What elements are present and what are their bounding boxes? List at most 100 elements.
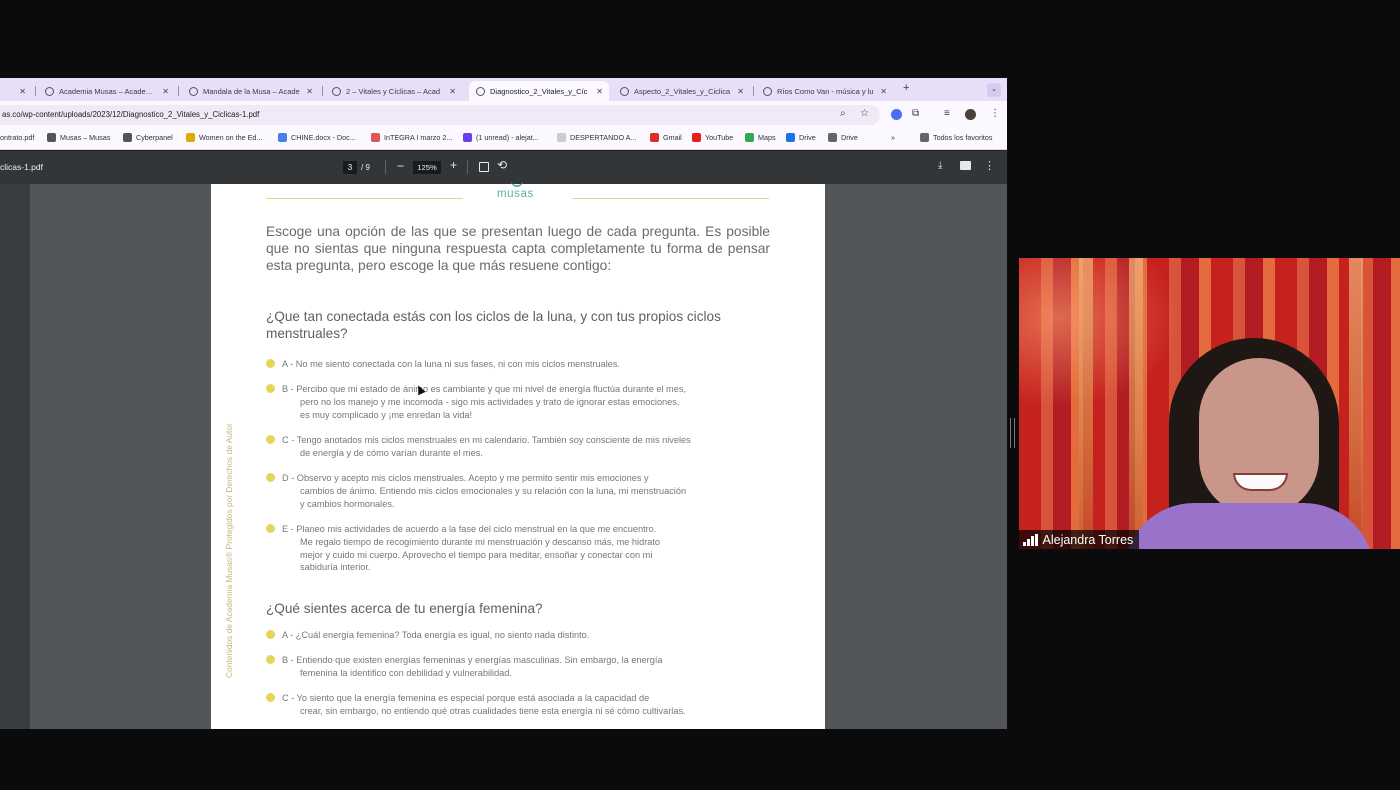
bookmarks-overflow-button[interactable]: »: [891, 133, 895, 142]
bookmark-favicon-icon: [828, 133, 837, 142]
bookmarks-bar: » ontrato.pdf Musas – Musas Cyberpanel Wome…: [0, 128, 1007, 150]
bookmark-item[interactable]: InTEGRA I marzo 2...: [371, 133, 452, 142]
new-tab-button[interactable]: +: [903, 82, 909, 94]
download-icon[interactable]: ⤓: [938, 160, 942, 171]
musas-logo-text: musas: [497, 188, 534, 200]
bookmark-item[interactable]: (1 unread) - alejat...: [463, 133, 539, 142]
rotate-icon[interactable]: ⟲: [497, 158, 507, 172]
bookmark-favicon-icon: [692, 133, 701, 142]
tab-search-button[interactable]: ⌄: [987, 83, 1001, 97]
option-text: B - Percibo que mi estado de ánimo es ca…: [266, 383, 776, 421]
bookmark-label: Todos los favoritos: [933, 133, 993, 142]
bookmark-item[interactable]: Todos los favoritos: [920, 133, 993, 142]
tab-favicon-icon: [189, 86, 198, 96]
participant-name-badge: Alejandra Torres: [1019, 530, 1140, 549]
bookmark-item[interactable]: Women on the Ed...: [186, 133, 262, 142]
question-1-option: B - Percibo que mi estado de ánimo es ca…: [266, 383, 776, 421]
bullet-icon: [266, 693, 275, 702]
browser-tab[interactable]: Academia Musas – Academia ✕: [39, 81, 175, 101]
question-2-option: A - ¿Cuál energía femenina? Toda energía…: [266, 629, 776, 642]
bookmark-label: Musas – Musas: [60, 133, 111, 142]
question-1-option: E - Planeo mis actividades de acuerdo a …: [266, 523, 776, 574]
option-line: femenina la identifico con debilidad y v…: [300, 667, 512, 678]
bookmark-favicon-icon: [463, 133, 472, 142]
bookmark-label: Cyberpanel: [136, 133, 173, 142]
bookmark-item[interactable]: ontrato.pdf: [0, 133, 34, 142]
bookmark-item[interactable]: CHINE.docx - Doc...: [278, 133, 356, 142]
tab-favicon-icon: [763, 86, 772, 96]
browser-tab[interactable]: Ríos Como Van - música y lu ✕: [757, 81, 893, 101]
pdf-page: musas Escoge una opción de las que se pr…: [211, 184, 825, 729]
bookmark-label: Gmail: [663, 133, 682, 142]
background-decor: [1079, 258, 1093, 549]
bookmark-favicon-icon: [650, 133, 659, 142]
bookmark-favicon-icon: [186, 133, 195, 142]
toolbar-divider: [385, 160, 386, 174]
extension-icon[interactable]: [891, 109, 902, 120]
bookmark-item[interactable]: Musas – Musas: [47, 133, 110, 142]
split-resize-handle[interactable]: [1010, 418, 1015, 448]
copyright-note: Contenidos de Academia Musas® Protegidos…: [224, 423, 234, 678]
header-rule: [572, 198, 769, 199]
zoom-out-icon[interactable]: −: [397, 159, 404, 173]
zoom-icon[interactable]: ⌕: [840, 108, 846, 120]
tab-close-icon[interactable]: ✕: [596, 87, 603, 96]
browser-tab[interactable]: Mandala de la Musa – Acade ✕: [183, 81, 319, 101]
more-actions-icon[interactable]: ⋮: [984, 159, 995, 172]
tab-close-icon[interactable]: ✕: [306, 87, 313, 96]
browser-menu-icon[interactable]: ⋮: [990, 108, 1000, 120]
option-line: sabiduría interior.: [300, 562, 371, 573]
print-icon[interactable]: [960, 161, 971, 170]
tab-separator: [35, 86, 36, 96]
browser-tab[interactable]: 2 – Vitales y Cíclicas – Acad ✕: [326, 81, 462, 101]
tab-close-icon[interactable]: ✕: [880, 87, 887, 96]
zoom-level-input[interactable]: 125%: [413, 161, 441, 174]
participant-face: [1199, 358, 1319, 516]
bookmark-star-icon[interactable]: ☆: [860, 108, 869, 120]
question-1-option: C - Tengo anotados mis ciclos menstruale…: [266, 434, 776, 460]
option-text: A - ¿Cuál energía femenina? Toda energía…: [266, 629, 776, 642]
tab-close-icon[interactable]: ✕: [449, 87, 456, 96]
bookmark-item[interactable]: Drive: [828, 133, 858, 142]
question-1-option: D - Observo y acepto mis ciclos menstrua…: [266, 472, 776, 510]
bookmark-label: ontrato.pdf: [0, 133, 35, 142]
address-bar[interactable]: as.co/wp-content/uploads/2023/12/Diagnos…: [0, 105, 880, 125]
tab-close-icon[interactable]: ✕: [162, 87, 169, 96]
option-line: A - No me siento conectada con la luna n…: [282, 359, 621, 369]
option-text: E - Planeo mis actividades de acuerdo a …: [266, 523, 776, 574]
option-line: Me regalo tiempo de recogimiento durante…: [300, 536, 661, 547]
option-line: mejor y cuido mi cuerpo. Aprovecho el ti…: [300, 549, 653, 560]
question-2: ¿Qué sientes acerca de tu energía femeni…: [266, 601, 543, 616]
bookmark-item[interactable]: Drive: [786, 133, 816, 142]
bookmark-favicon-icon: [557, 133, 566, 142]
browser-tab[interactable]: ✕: [0, 81, 32, 101]
bookmark-label: Drive: [841, 133, 858, 142]
instructions-paragraph: Escoge una opción de las que se presenta…: [266, 224, 770, 273]
zoom-in-icon[interactable]: +: [450, 158, 457, 172]
participant-name: Alejandra Torres: [1042, 532, 1134, 547]
browser-tab[interactable]: Aspecto_2_Vitales_y_Ciclica ✕: [614, 81, 750, 101]
tab-favicon-icon: [45, 86, 54, 96]
bullet-icon: [266, 359, 275, 368]
bookmark-item[interactable]: Maps: [745, 133, 776, 142]
question-2-option: C - Yo siento que la energía femenina es…: [266, 692, 776, 718]
pdf-viewer[interactable]: musas Escoge una opción de las que se pr…: [0, 184, 1007, 729]
bookmark-item[interactable]: Cyberpanel: [123, 133, 173, 142]
page-number-input[interactable]: 3: [343, 161, 357, 174]
profile-avatar[interactable]: [965, 109, 976, 120]
toolbar-divider: [467, 160, 468, 174]
extensions-puzzle-icon[interactable]: ⧉: [912, 108, 919, 120]
option-line: de energía y de cómo varían durante el m…: [300, 447, 483, 458]
tab-close-icon[interactable]: ✕: [737, 87, 744, 96]
bookmark-item[interactable]: YouTube: [692, 133, 733, 142]
media-control-icon[interactable]: ≡: [944, 108, 950, 120]
page-total: / 9: [361, 163, 370, 172]
bookmark-item[interactable]: DESPERTANDO A...: [557, 133, 636, 142]
bookmark-item[interactable]: Gmail: [650, 133, 682, 142]
fit-to-page-icon[interactable]: [479, 162, 489, 172]
question-1: ¿Que tan conectada estás con los ciclos …: [266, 309, 721, 341]
tab-close-icon[interactable]: ✕: [19, 87, 26, 96]
browser-tab[interactable]: Diagnostico_2_Vitales_y_Cíc ✕: [469, 81, 609, 101]
option-text: A - No me siento conectada con la luna n…: [266, 358, 776, 371]
bookmark-favicon-icon: [786, 133, 795, 142]
